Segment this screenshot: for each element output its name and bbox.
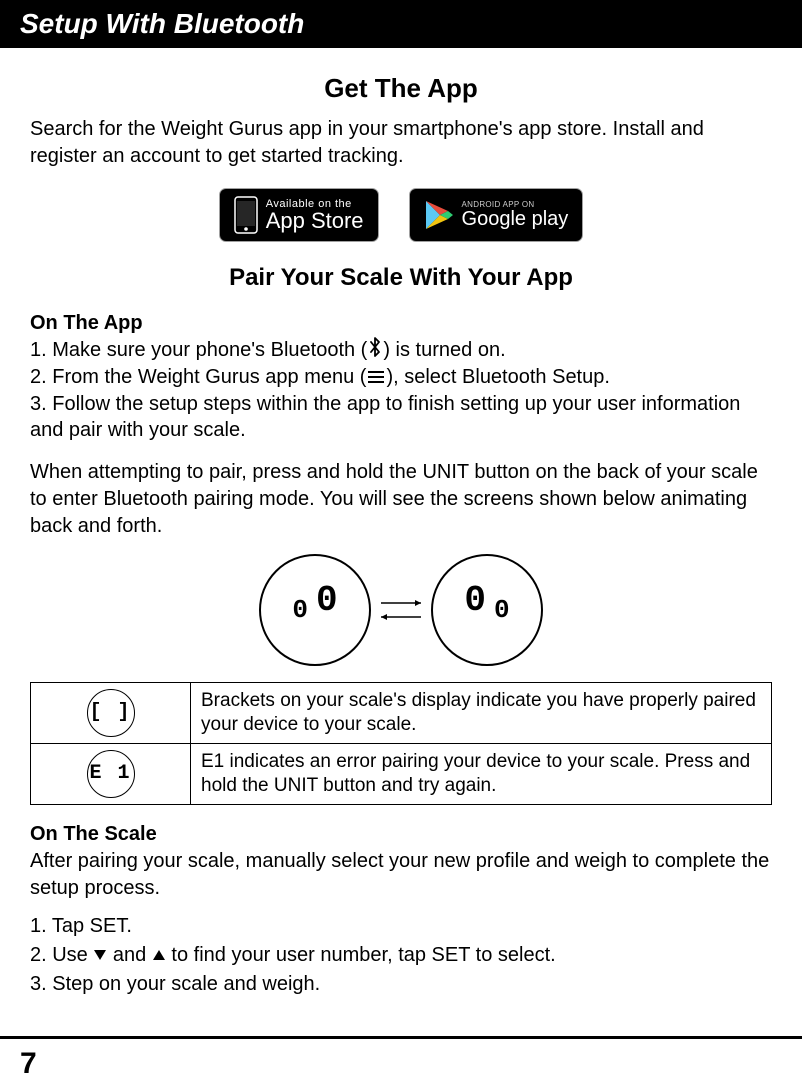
get-app-text: Search for the Weight Gurus app in your …: [30, 116, 772, 170]
circle-left: 0 0: [259, 554, 371, 666]
brackets-text: Brackets on your scale's display indicat…: [191, 682, 772, 743]
pairing-note: When attempting to pair, press and hold …: [30, 459, 772, 540]
on-the-scale-text: After pairing your scale, manually selec…: [30, 848, 772, 902]
digit-right-small: 0: [494, 595, 510, 625]
circle-right: 0 0: [431, 554, 543, 666]
scale-steps: 1. Tap SET. 2. Use and to find your user…: [30, 912, 772, 999]
on-the-app-heading: On The App: [30, 312, 772, 335]
pair-step-1: 1. Make sure your phone's Bluetooth ( ) i…: [30, 337, 772, 364]
up-triangle-icon: [152, 941, 166, 970]
brackets-icon-cell: [ ]: [31, 682, 191, 743]
on-the-scale-heading: On The Scale: [30, 823, 772, 846]
animation-arrows-icon: [377, 597, 425, 623]
step2-text-a: 2. From the Weight Gurus app menu (: [30, 366, 366, 388]
digit-left-big: 0: [316, 580, 338, 621]
s2c: to find your user number, tap SET to sel…: [166, 944, 556, 966]
digit-left-small: 0: [292, 595, 308, 625]
pair-step-2: 2. From the Weight Gurus app menu ( ), se…: [30, 364, 772, 391]
s2b: and: [107, 944, 151, 966]
pair-step-3: 3. Follow the setup steps within the app…: [30, 391, 772, 443]
store-badges: Available on the App Store ANDROID APP O…: [30, 188, 772, 242]
table-row: [ ] Brackets on your scale's display ind…: [31, 682, 772, 743]
menu-icon: [367, 365, 385, 391]
brackets-code: [ ]: [87, 689, 135, 737]
phone-icon: [234, 196, 258, 234]
pair-title: Pair Your Scale With Your App: [30, 264, 772, 292]
appstore-big-text: App Store: [266, 210, 364, 232]
page-number: 7: [0, 1036, 802, 1091]
get-app-title: Get The App: [30, 73, 772, 104]
bluetooth-icon: [368, 337, 382, 364]
scale-step-1: 1. Tap SET.: [30, 912, 772, 941]
scale-step-2: 2. Use and to find your user number, tap…: [30, 941, 772, 970]
scale-step-3: 3. Step on your scale and weigh.: [30, 970, 772, 999]
page-content: Get The App Search for the Weight Gurus …: [0, 48, 802, 999]
page-header: Setup With Bluetooth: [0, 0, 802, 48]
google-play-badge: ANDROID APP ON Google play: [409, 188, 584, 242]
e1-icon-cell: E 1: [31, 743, 191, 804]
s2a: 2. Use: [30, 944, 93, 966]
status-table: [ ] Brackets on your scale's display ind…: [30, 682, 772, 805]
app-store-badge: Available on the App Store: [219, 188, 379, 242]
google-big-text: Google play: [462, 209, 569, 229]
down-triangle-icon: [93, 941, 107, 970]
google-play-icon: [424, 199, 454, 231]
e1-code: E 1: [87, 750, 135, 798]
step2-text-b: ), select Bluetooth Setup.: [386, 366, 609, 388]
e1-text: E1 indicates an error pairing your devic…: [191, 743, 772, 804]
step1-text-b: ) is turned on.: [383, 339, 505, 361]
animation-diagram: 0 0 0 0: [30, 554, 772, 666]
step1-text-a: 1. Make sure your phone's Bluetooth (: [30, 339, 367, 361]
table-row: E 1 E1 indicates an error pairing your d…: [31, 743, 772, 804]
digit-right-big: 0: [464, 580, 486, 621]
